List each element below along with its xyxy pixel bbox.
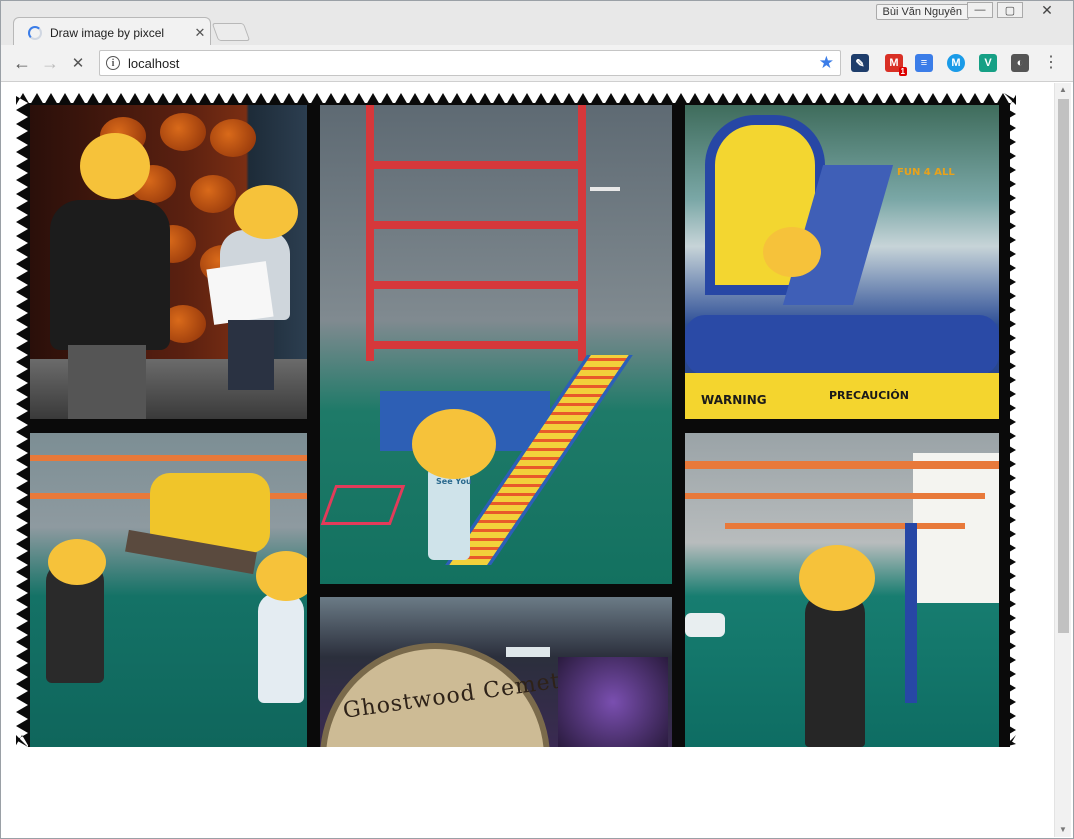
back-icon[interactable]: ← — [11, 52, 33, 74]
orange-rail — [30, 455, 307, 461]
tower-bar — [374, 281, 578, 289]
face-emoji-unamused-icon — [48, 539, 106, 585]
notification-badge: 1 — [898, 67, 907, 76]
orange-rail — [685, 493, 985, 499]
photo-playground-tower: See You — [320, 105, 672, 584]
ceiling-light — [590, 187, 620, 191]
child-legs — [68, 345, 146, 419]
scroll-thumb[interactable] — [1058, 99, 1069, 633]
tower-bar — [374, 341, 578, 349]
title-bar: Bùi Văn Nguyên — ▢ ✕ Draw image by pixce… — [1, 1, 1073, 47]
url-text[interactable]: localhost — [128, 56, 819, 71]
address-bar[interactable]: i localhost ★ — [99, 50, 841, 76]
orange-rail — [685, 461, 999, 469]
photo-see-saw — [30, 433, 307, 747]
v-extension-icon[interactable]: V — [979, 54, 997, 72]
window-controls: — ▢ ✕ — [967, 2, 1067, 18]
child-figure — [805, 593, 865, 747]
tab-active[interactable]: Draw image by pixcel ✕ — [13, 17, 211, 47]
face-emoji-smirk-icon — [80, 133, 150, 199]
tower-bar — [374, 161, 578, 169]
tower-bar — [374, 221, 578, 229]
photo-pumpkin-wall — [30, 105, 307, 419]
photo-collage: See You FUN 4 ALL WARNING PRECAUCIÓN Gho… — [16, 93, 1016, 747]
face-emoji-kissing-icon — [256, 551, 307, 601]
new-tab-button[interactable] — [211, 23, 251, 41]
maximize-icon[interactable]: ▢ — [997, 2, 1023, 18]
site-info-icon[interactable]: i — [106, 56, 120, 70]
tab-close-icon[interactable]: ✕ — [190, 25, 210, 41]
inflatable-base — [685, 315, 999, 375]
gmail-extension-icon[interactable]: M1 — [885, 54, 907, 76]
loading-spinner-icon — [28, 25, 42, 40]
docs-extension-icon[interactable]: ≡ — [915, 54, 933, 72]
pumpkin — [160, 113, 206, 151]
profile-button[interactable]: Bùi Văn Nguyên — [875, 4, 969, 20]
warning-sign: WARNING — [701, 393, 767, 407]
m-extension-icon[interactable]: M — [947, 54, 965, 72]
minimize-icon[interactable]: — — [967, 2, 993, 18]
page-viewport: See You FUN 4 ALL WARNING PRECAUCIÓN Gho… — [2, 83, 1054, 837]
face-emoji-smile-icon — [799, 545, 875, 611]
child-legs — [228, 320, 274, 390]
close-window-icon[interactable]: ✕ — [1027, 2, 1067, 18]
lightbulb-extension-icon[interactable]: ◐ — [1011, 54, 1029, 72]
fun-sign: FUN 4 ALL — [897, 167, 955, 178]
scroll-down-icon[interactable]: ▼ — [1055, 823, 1071, 837]
spring-rider — [685, 613, 725, 637]
vertical-scrollbar[interactable]: ▲ ▼ — [1054, 83, 1071, 837]
bookmark-star-icon[interactable]: ★ — [819, 53, 834, 73]
orange-rail — [725, 523, 965, 529]
tab-title: Draw image by pixcel — [50, 25, 165, 40]
precaucion-sign: PRECAUCIÓN — [829, 389, 909, 402]
browser-window: Bùi Văn Nguyên — ▢ ✕ Draw image by pixce… — [0, 0, 1074, 839]
photo-bounce-house: FUN 4 ALL WARNING PRECAUCIÓN — [685, 105, 999, 419]
pumpkin — [190, 175, 236, 213]
pumpkin — [210, 119, 256, 157]
face-emoji-cheering-icon — [763, 227, 821, 277]
forward-icon[interactable]: → — [39, 52, 61, 74]
purple-backdrop — [558, 657, 668, 747]
ceiling-light — [506, 647, 550, 657]
photo-ghostwood-cemetery: Ghostwood Cemetery — [320, 597, 672, 747]
stop-loading-icon[interactable]: ✕ — [67, 52, 89, 74]
scroll-up-icon[interactable]: ▲ — [1055, 83, 1071, 97]
floor-markings — [320, 485, 406, 525]
eyedropper-extension-icon[interactable]: ✎ — [851, 54, 869, 72]
face-emoji-laughing-icon — [412, 409, 496, 479]
blue-post — [905, 523, 917, 703]
browser-menu-icon[interactable]: ⋮ — [1043, 54, 1059, 72]
photo-playground-right — [685, 433, 999, 747]
browser-toolbar: ← → ✕ i localhost ★ ✎ M1 ≡ M V ◐ ⋮ — [1, 45, 1073, 82]
play-tower — [366, 105, 586, 361]
child-figure — [50, 200, 170, 350]
child-figure — [258, 593, 304, 703]
face-emoji-tongue-icon — [234, 185, 298, 239]
paper-sheet — [206, 261, 274, 325]
